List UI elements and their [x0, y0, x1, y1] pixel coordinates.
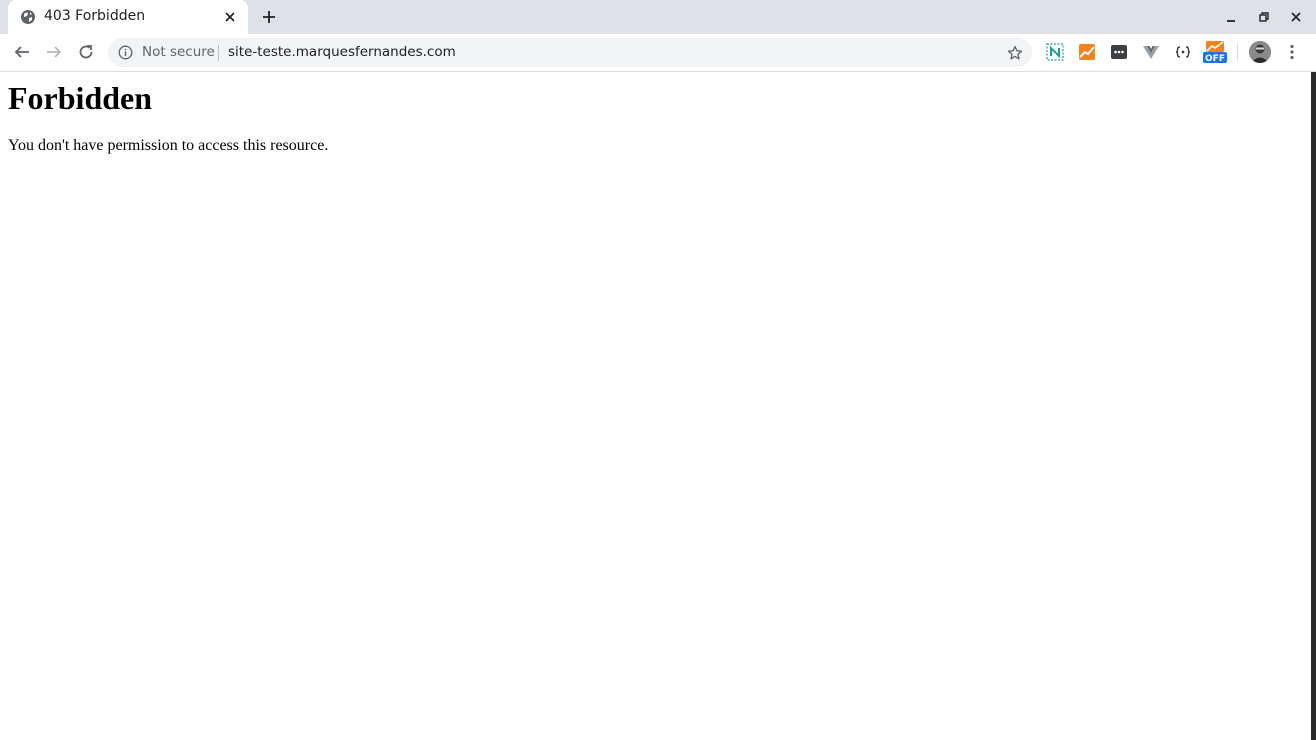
minimize-icon	[1227, 20, 1235, 22]
page-title: Forbidden	[8, 80, 153, 116]
browser-menu-button[interactable]	[1282, 41, 1302, 63]
minimize-button[interactable]	[1222, 8, 1240, 26]
forward-button[interactable]	[42, 40, 66, 64]
more-vertical-icon	[1290, 44, 1294, 60]
security-status[interactable]: Not secure	[142, 44, 215, 60]
vue-icon	[1143, 46, 1159, 59]
extension-off-badge[interactable]: OFF	[1202, 41, 1228, 63]
tab-title: 403 Forbidden	[44, 8, 146, 24]
close-icon	[1291, 12, 1301, 22]
wappalyzer-n-icon	[1046, 43, 1064, 61]
error-message: You don't have permission to access this…	[8, 137, 329, 154]
arrow-left-icon	[14, 46, 29, 58]
reload-icon	[79, 45, 93, 59]
plus-icon	[263, 11, 275, 23]
browser-toolbar: Not secure site-teste.marquesfernandes.c…	[0, 34, 1316, 72]
close-window-button[interactable]	[1287, 8, 1305, 26]
off-badge-icon: OFF	[1203, 41, 1227, 63]
address-bar[interactable]: Not secure site-teste.marquesfernandes.c…	[108, 38, 1032, 67]
close-icon	[225, 12, 235, 22]
window-edge	[1311, 72, 1316, 740]
extension-wappalyzer[interactable]	[1044, 41, 1066, 63]
extension-badge-text: OFF	[1205, 54, 1225, 63]
bookmark-button[interactable]	[1005, 43, 1025, 63]
tab-active[interactable]: 403 Forbidden	[8, 0, 248, 34]
toolbar-divider	[1237, 43, 1238, 61]
globe-icon	[21, 10, 35, 24]
new-tab-button[interactable]	[258, 6, 280, 28]
extension-json[interactable]	[1172, 41, 1194, 63]
extension-vue[interactable]	[1140, 41, 1162, 63]
tab-strip: 403 Forbidden	[0, 0, 1316, 34]
reload-button[interactable]	[74, 40, 98, 64]
dark-dots-icon	[1111, 45, 1127, 59]
url-text[interactable]: site-teste.marquesfernandes.com	[228, 44, 456, 60]
back-button[interactable]	[10, 40, 34, 64]
star-icon	[1007, 45, 1023, 60]
omnibox-divider	[218, 45, 219, 61]
orange-chart-icon	[1079, 44, 1095, 60]
info-icon[interactable]	[118, 45, 133, 60]
page-content: Forbidden You don't have permission to a…	[0, 72, 1311, 740]
user-avatar-icon	[1249, 41, 1271, 63]
json-braces-icon	[1175, 46, 1191, 58]
restore-button[interactable]	[1255, 8, 1273, 26]
profile-avatar[interactable]	[1249, 41, 1271, 63]
extension-orange-chart[interactable]	[1076, 41, 1098, 63]
restore-icon	[1259, 12, 1269, 22]
extension-dark-dots[interactable]	[1108, 41, 1130, 63]
tab-close-button[interactable]	[222, 9, 238, 25]
arrow-right-icon	[47, 46, 62, 58]
